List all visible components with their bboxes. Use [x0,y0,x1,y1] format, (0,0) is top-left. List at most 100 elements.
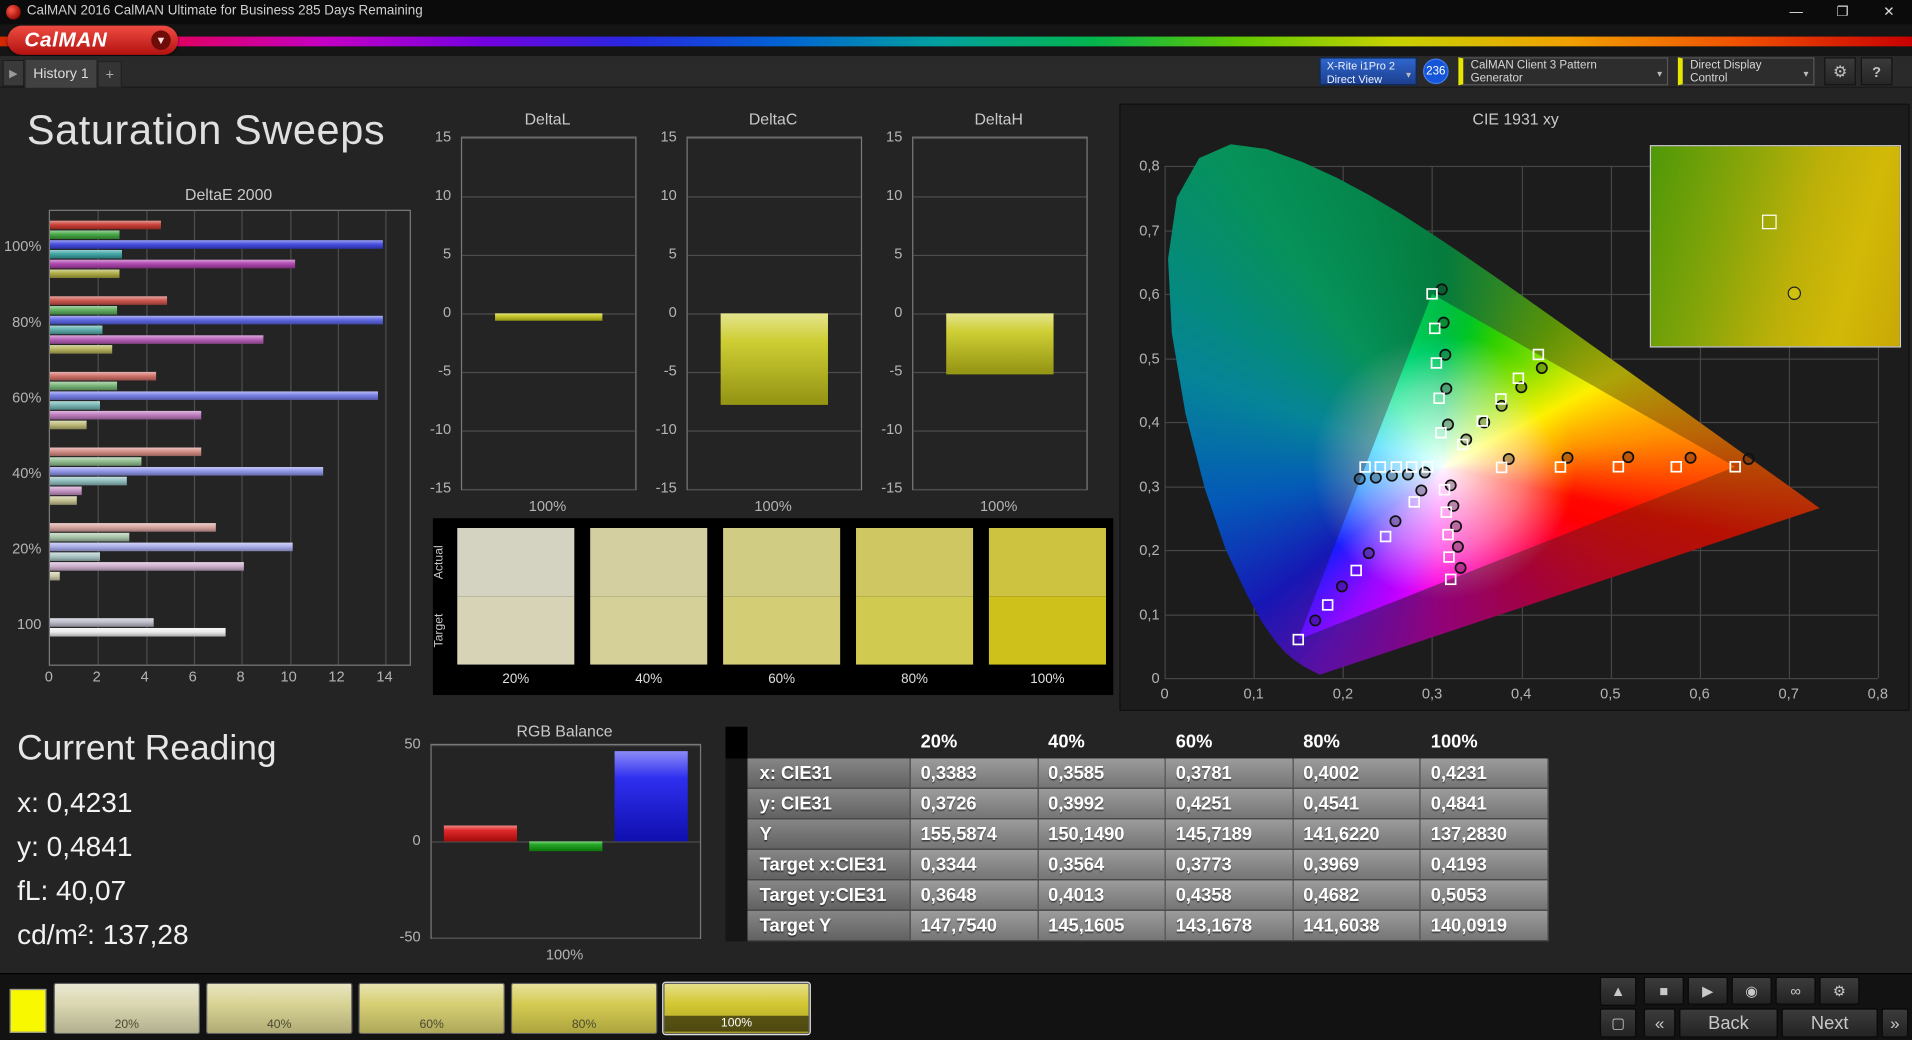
cie-1931-chart: CIE 1931 xy 0 0 0,1 0,1 0,2 0,2 0,3 0,3 0,4 0,4 0,… [1119,103,1909,711]
add-tab-button[interactable]: + [97,60,122,88]
last-page-button[interactable]: » [1881,1008,1909,1038]
chevron-down-icon: ▾ [1803,68,1809,80]
strip-row-label: Actual [432,545,447,580]
next-button[interactable]: Next [1781,1008,1878,1038]
table-cell: 145,7189 [1165,819,1294,850]
target-point-red [1554,461,1567,473]
deltae-bar-cyan [49,324,103,334]
grid-line [431,937,700,939]
y-axis-label: 0 [443,303,452,321]
maximize-button[interactable]: ❐ [1819,0,1865,24]
delta-l-chart: DeltaL 15 10 5 0 -5 -10 -15 100% [415,110,641,515]
table-cell: 0,3781 [1165,758,1294,789]
table-header-cell: 20% [920,731,958,753]
single-read-button[interactable]: ◉ [1731,976,1772,1005]
grid-line [687,196,861,198]
deltae-bar-red [49,522,216,532]
table-cell: 0,3344 [910,849,1039,881]
deltae-bar-yellow [49,344,113,354]
x-axis-label: 0,5 [1600,685,1621,703]
table-row-label: Target Y [747,910,911,942]
display-control-dropdown[interactable]: Direct Display Control ▾ [1677,57,1815,86]
y-axis-label: -10 [881,420,903,438]
y-axis-label: -15 [430,479,452,497]
minimize-button[interactable]: — [1773,0,1819,24]
x-axis-label: 100% [754,497,792,515]
target-point-magenta [1443,551,1455,563]
target-point-red [1670,461,1683,473]
y-axis-label: 0,8 [1139,157,1160,175]
pattern-window-button[interactable]: ▢ [1599,1008,1637,1038]
deltae-bar-yellow [49,420,86,429]
pattern-swatch-100%[interactable]: 100% [662,981,811,1036]
y-axis-label: 0,1 [1139,605,1160,623]
chevron-down-icon: ▼ [151,30,171,50]
pattern-bar: ▲ ▢ ■ ▶ ◉ ∞ ⚙ « Back Next » 20% 40% 60% 80%… [0,973,1912,1040]
table-cell: 137,2830 [1421,819,1549,850]
stop-button[interactable]: ■ [1643,976,1684,1005]
table-cell: 141,6220 [1293,819,1422,850]
table-cell: 143,1678 [1165,910,1294,942]
table-cell: 0,3648 [910,880,1039,911]
y-axis-label: 5 [443,245,452,263]
calman-logo[interactable]: CalMAN ▼ [7,25,179,55]
deltae-bar-green [49,305,118,314]
x-axis-label: 0,7 [1778,685,1799,703]
measured-point-blue [1362,547,1375,560]
x-axis-label: 0,6 [1689,685,1710,703]
tray-up-button[interactable]: ▲ [1599,976,1637,1006]
deltae-bar-green [49,229,120,239]
deltae-bar-white [49,627,226,636]
table-cell: 0,4358 [1165,880,1294,911]
grid-line [97,210,100,665]
y-axis-label: 0,4 [1139,413,1160,431]
grid-line [913,196,1087,198]
close-button[interactable]: ✕ [1866,0,1912,24]
table-cell: 0,5053 [1421,880,1549,911]
first-page-button[interactable]: « [1643,1008,1676,1038]
grid-line [913,488,1087,491]
strip-column-label: 40% [635,671,663,687]
read-settings-button[interactable]: ⚙ [1819,976,1860,1005]
collapse-tabs-button[interactable]: ▶ [2,59,25,87]
y-axis-label: 0 [412,831,421,849]
pattern-swatch-60%[interactable]: 60% [358,982,505,1035]
deltae-bar-magenta [49,259,295,268]
bar-blue [614,750,688,842]
y-axis-label: 60% [12,388,42,407]
meter-dropdown[interactable]: X-Rite i1Pro 2 Direct View ▾ [1319,57,1417,86]
y-axis-label: -5 [889,362,903,380]
strip-row-label: Target [432,613,447,648]
page-title: Saturation Sweeps [26,107,386,154]
y-axis-label: -5 [663,362,677,380]
pattern-generator-dropdown[interactable]: CalMAN Client 3 Pattern Generator ▾ [1458,57,1669,86]
help-button[interactable]: ? [1860,57,1893,86]
y-axis-label: -5 [438,362,452,380]
play-button[interactable]: ▶ [1687,976,1728,1005]
tab-history-1[interactable]: History 1 [24,58,98,90]
target-point-green [1426,288,1438,300]
pattern-swatch-40%[interactable]: 40% [206,982,353,1035]
help-icon: ? [1872,62,1882,80]
deltae-bar-blue [49,466,324,475]
x-axis-label: 0 [1160,685,1169,703]
back-button[interactable]: Back [1679,1008,1778,1038]
target-point-red [1612,461,1625,473]
y-axis-label: 15 [886,128,903,146]
deltae-bar-yellow [49,268,120,278]
bar-green [529,841,603,852]
continuous-read-button[interactable]: ∞ [1775,976,1816,1005]
deltae-2000-chart: DeltaE 2000 0 2 4 6 8 10 12 14 100% 80% 60% 40% 20% 1… [0,185,424,697]
table-row-edge [725,758,748,789]
target-point-green [1433,392,1445,404]
grid-line [687,254,861,257]
table-cell: 0,3585 [1038,758,1166,789]
target-point-red [1495,461,1508,474]
grid-line [462,488,636,491]
settings-button[interactable]: ⚙ [1824,57,1856,86]
target-point-blue [1408,496,1420,508]
measured-point-blue [1415,484,1428,497]
delta-l-plot-area [460,136,637,491]
pattern-swatch-80%[interactable]: 80% [510,982,658,1035]
pattern-swatch-20%[interactable]: 20% [53,982,200,1035]
